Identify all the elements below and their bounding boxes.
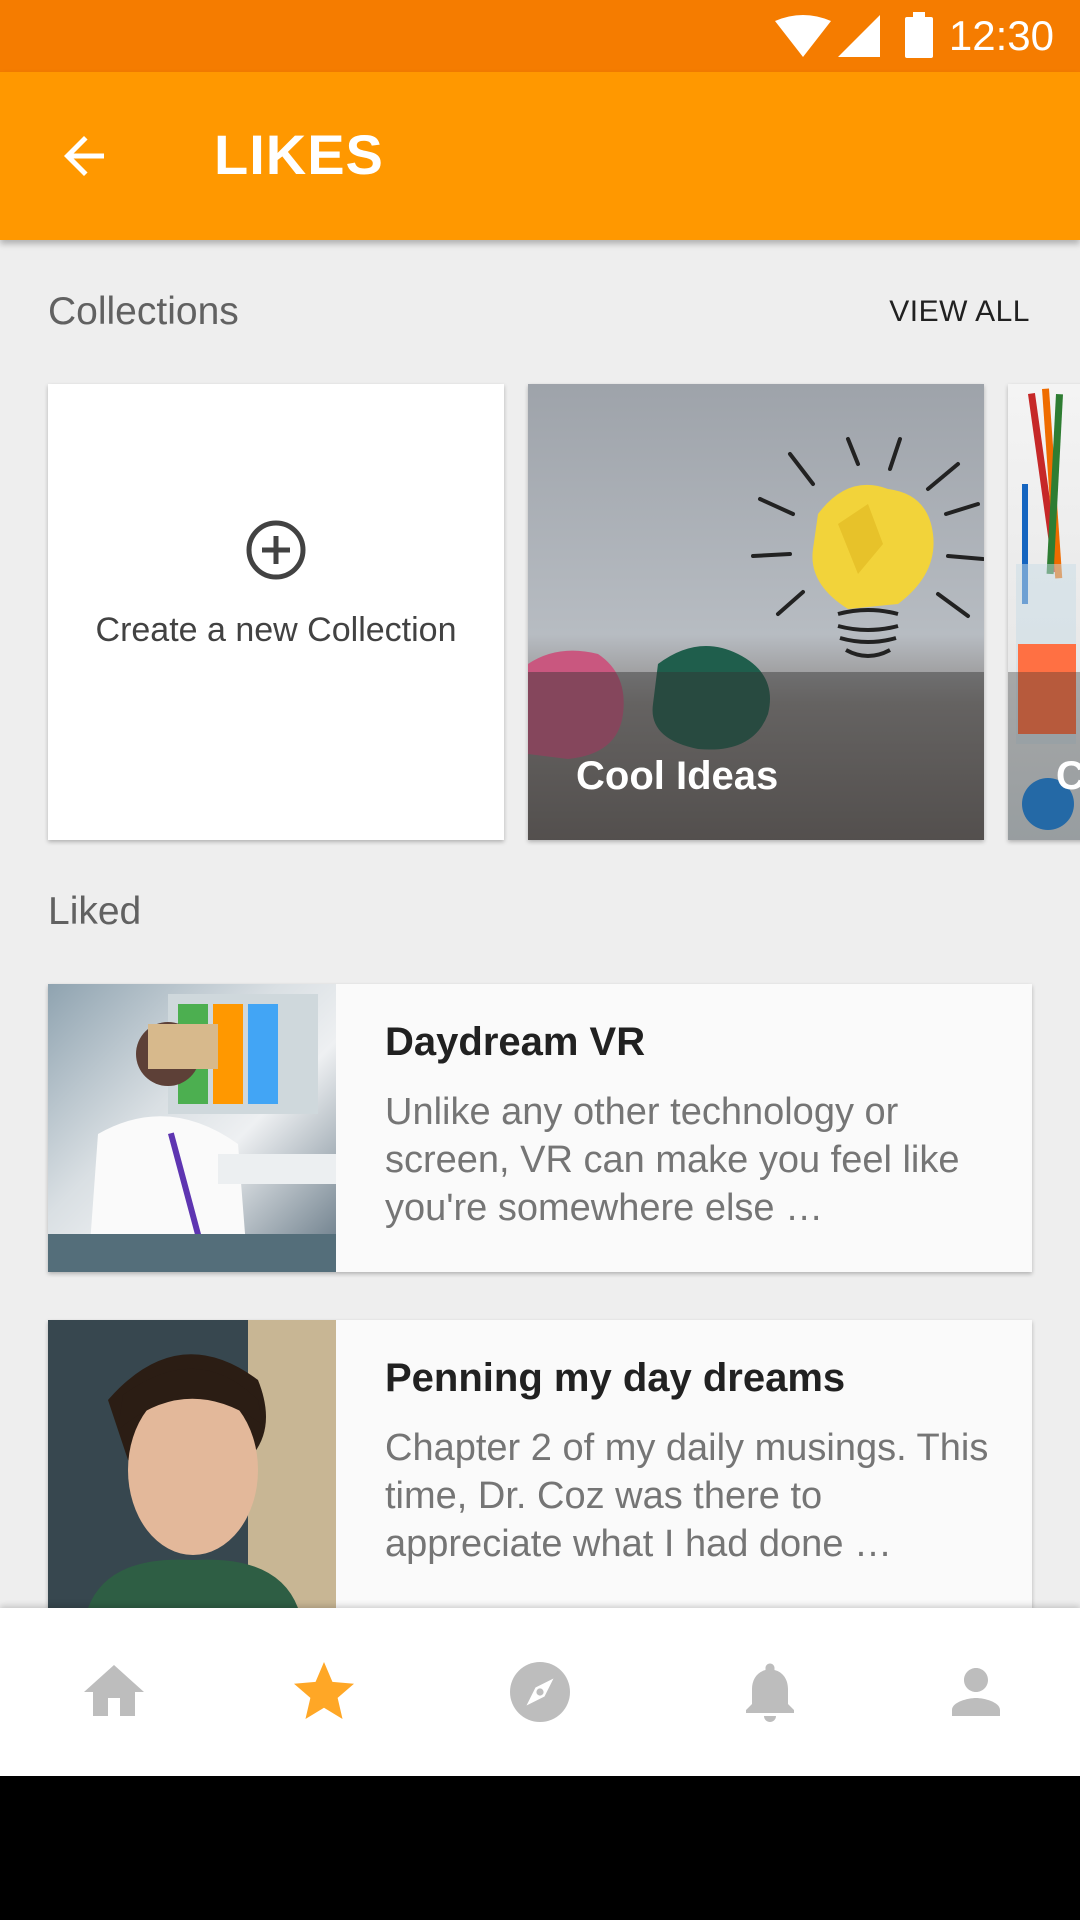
screen: 12:30 LIKES Collections VIEW ALL Create … — [0, 0, 1080, 1776]
create-collection-card[interactable]: Create a new Collection — [48, 384, 504, 840]
liked-item-thumbnail — [48, 1320, 336, 1608]
view-all-button[interactable]: VIEW ALL — [889, 295, 1030, 329]
page-title: LIKES — [214, 123, 384, 186]
liked-item-title: Daydream VR — [385, 1020, 646, 1064]
liked-item[interactable]: Daydream VR Unlike any other technology … — [48, 984, 1032, 1272]
app-bar: LIKES — [0, 72, 1080, 240]
liked-item[interactable]: Penning my day dreams Chapter 2 of my da… — [48, 1320, 1032, 1608]
bottom-navigation — [0, 1608, 1080, 1776]
wifi-icon — [775, 15, 831, 57]
liked-item-description: Unlike any other technology or screen, V… — [385, 1091, 960, 1229]
portrait-image — [48, 1320, 336, 1608]
status-bar: 12:30 — [0, 0, 1080, 72]
star-icon[interactable] — [288, 1656, 360, 1728]
compass-icon[interactable] — [504, 1656, 576, 1728]
collection-card-cool-ideas[interactable]: Cool Ideas — [528, 384, 984, 840]
collection-name: C — [1056, 754, 1080, 798]
signal-icon — [838, 15, 880, 57]
add-circle-icon — [246, 520, 306, 580]
person-icon[interactable] — [940, 1656, 1012, 1728]
liked-item-title: Penning my day dreams — [385, 1356, 846, 1400]
liked-item-thumbnail — [48, 984, 336, 1272]
status-time: 12:30 — [948, 12, 1054, 59]
collection-card-third[interactable]: C — [1008, 384, 1080, 840]
bell-icon[interactable] — [734, 1656, 806, 1728]
vr-kid-image — [48, 994, 336, 1272]
battery-icon — [905, 12, 933, 58]
collections-header: Collections — [48, 290, 239, 333]
home-icon[interactable] — [78, 1656, 150, 1728]
liked-header: Liked — [48, 890, 142, 933]
collection-name: Cool Ideas — [576, 754, 779, 798]
create-collection-label: Create a new Collection — [95, 611, 457, 649]
back-arrow-icon[interactable] — [54, 126, 114, 186]
liked-item-description: Chapter 2 of my daily musings. This time… — [385, 1427, 989, 1565]
